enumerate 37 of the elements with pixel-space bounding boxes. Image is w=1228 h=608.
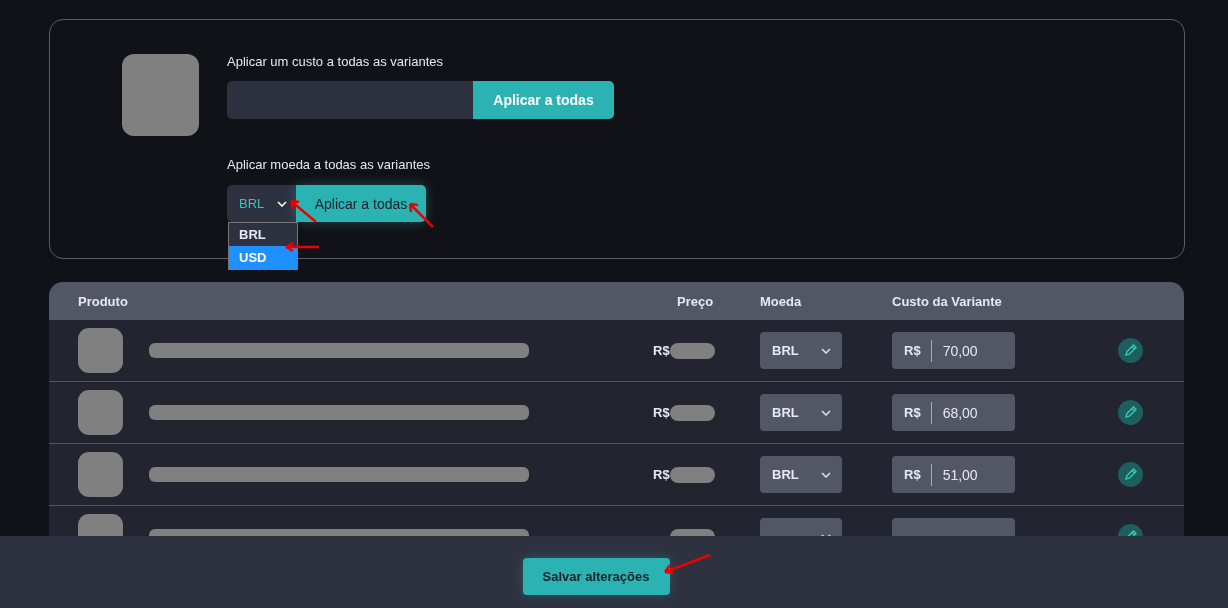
redacted-price (669, 466, 715, 483)
chevron-icon (821, 347, 831, 354)
currency-select[interactable]: BRL (760, 456, 842, 493)
redacted-price (669, 342, 715, 359)
chevron-icon (277, 200, 287, 207)
arrow-annotation (407, 201, 435, 229)
currency-select[interactable]: BRL (227, 185, 296, 222)
edit-icon[interactable] (1118, 462, 1143, 487)
dropdown-option[interactable]: USD (229, 246, 297, 269)
image-placeholder (78, 390, 123, 435)
apply-button[interactable]: Aplicar a todas (296, 185, 426, 222)
cost-field[interactable]: R$ 51,00 (892, 456, 1015, 493)
currency-symbol: R$ (653, 467, 670, 482)
edit-icon[interactable] (1118, 400, 1143, 425)
column-header: Preço (676, 293, 715, 309)
column-header: Custo da Variante (892, 293, 1003, 309)
dropdown-option[interactable]: BRL (229, 223, 297, 246)
save-button[interactable]: Salvar alterações (522, 558, 670, 595)
cost-field[interactable]: R$ 68,00 (892, 394, 1015, 431)
column-header: Produto (77, 293, 129, 309)
field-label: Aplicar moeda a todas as variantes (227, 157, 432, 174)
field-label: Aplicar um custo a todas as variantes (227, 54, 445, 71)
image-placeholder (78, 328, 123, 373)
currency-symbol: R$ (653, 343, 670, 358)
cost-field[interactable]: R$ 70,00 (892, 332, 1015, 369)
arrow-annotation (662, 553, 712, 575)
column-header: Moeda (760, 293, 803, 309)
edit-icon[interactable] (1118, 338, 1143, 363)
redacted-price (669, 404, 715, 421)
chevron-icon (821, 471, 831, 478)
arrow-annotation (283, 241, 321, 253)
image-placeholder (78, 452, 123, 497)
chevron-icon (821, 409, 831, 416)
currency-select[interactable]: BRL (760, 332, 842, 369)
currency-select[interactable]: BRL (760, 394, 842, 431)
currency-symbol: R$ (653, 405, 670, 420)
cost-input[interactable] (227, 81, 473, 119)
